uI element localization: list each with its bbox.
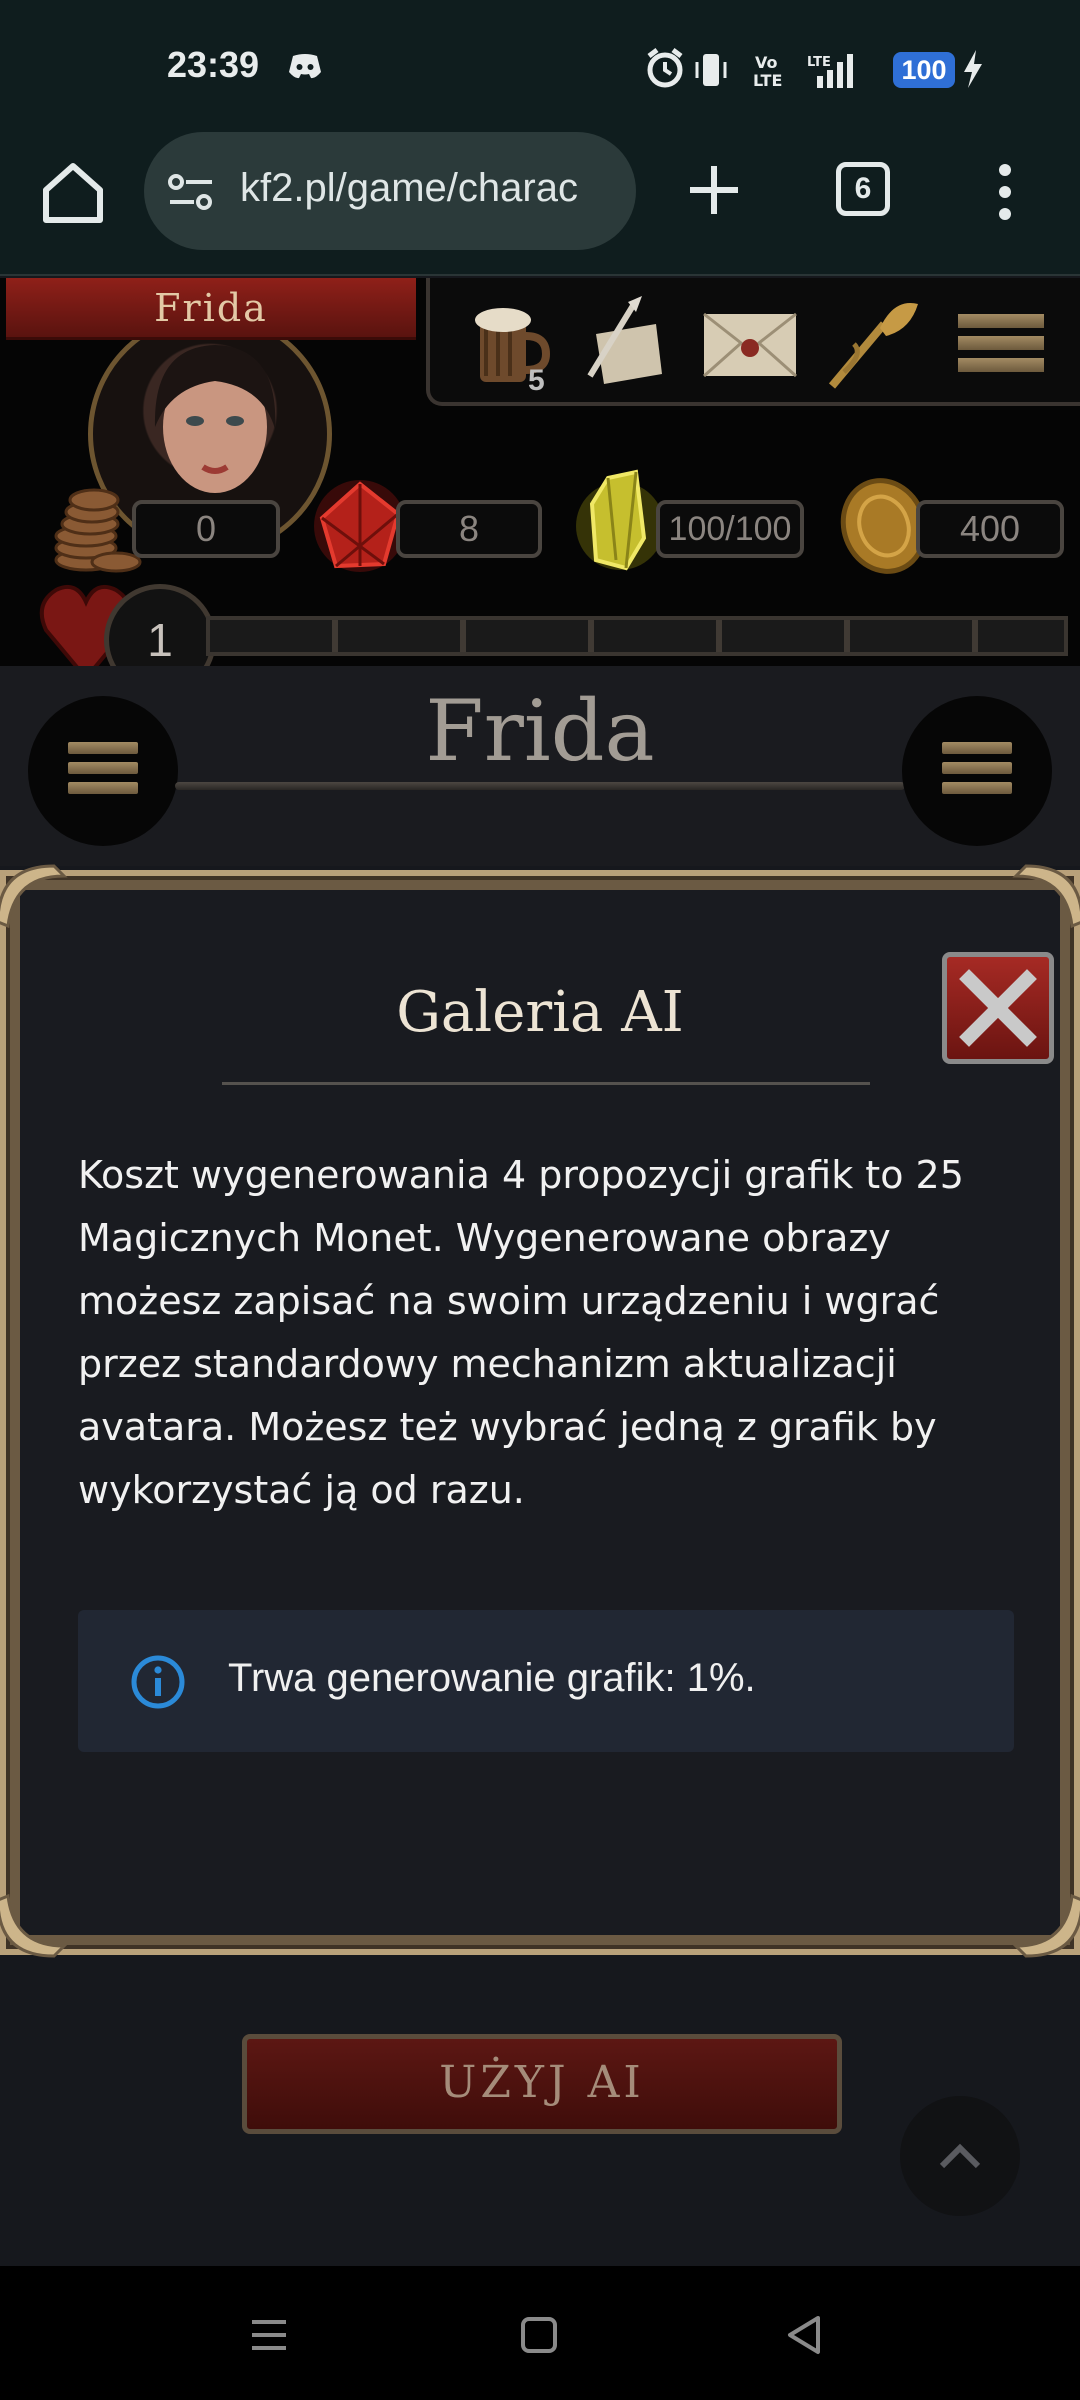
address-bar[interactable]: kf2.pl/game/charac [144, 132, 636, 250]
modal-title: Galeria AI [396, 980, 684, 1045]
recent-apps-icon[interactable] [244, 2310, 294, 2360]
title-divider [175, 782, 905, 790]
hamburger-menu-icon[interactable] [958, 314, 1044, 372]
character-name: Frida [154, 286, 268, 330]
ornament-corner-icon [0, 864, 68, 929]
svg-text:LTE: LTE [753, 71, 782, 90]
modal-description: Koszt wygenerowania 4 propozycji grafik … [78, 1153, 964, 1512]
mug-badge: 5 [528, 364, 545, 397]
alarm-icon [647, 48, 683, 88]
new-tab-icon[interactable] [684, 160, 744, 220]
info-icon [131, 1655, 185, 1709]
chevron-up-icon [939, 2143, 981, 2169]
ornament-corner-icon [0, 1893, 68, 1958]
system-nav-bar [0, 2266, 1080, 2400]
close-button[interactable] [942, 952, 1054, 1064]
back-icon[interactable] [780, 2310, 830, 2360]
modal-body: Galeria AI Koszt wygenerowania 4 propozy… [20, 890, 1060, 1935]
experience-bar [206, 616, 1068, 656]
browser-toolbar: kf2.pl/game/charac 6 [0, 130, 1080, 276]
page-header: Frida [0, 666, 1080, 866]
progress-alert: Trwa generowanie grafik: 1%. [78, 1610, 1014, 1752]
site-settings-icon[interactable] [166, 172, 216, 212]
quest-scroll-icon[interactable] [576, 294, 676, 394]
tavern-mug-icon[interactable] [460, 294, 560, 394]
tab-switcher-button[interactable]: 6 [836, 162, 890, 216]
scroll-to-top-button[interactable] [900, 2096, 1020, 2216]
status-bar: 23:39 Vo LTE LTE 100 [0, 0, 1080, 130]
title-divider [222, 1082, 870, 1085]
charging-icon [964, 50, 982, 88]
use-ai-button[interactable]: UŻYJ AI [242, 2034, 842, 2134]
lte-signal-icon: LTE [807, 54, 853, 88]
volte-icon: VoLTE [753, 53, 782, 90]
close-icon [959, 969, 1037, 1047]
trumpet-horn-icon[interactable] [824, 294, 924, 394]
vibrate-icon [695, 54, 727, 86]
letter-mail-icon[interactable] [700, 294, 800, 394]
ai-gallery-modal: Galeria AI Koszt wygenerowania 4 propozy… [0, 870, 1080, 1955]
crystals-counter: 8 [396, 500, 542, 558]
discord-icon [289, 54, 321, 79]
hamburger-menu-icon [942, 742, 1012, 802]
right-menu-button[interactable] [902, 696, 1052, 846]
ornament-corner-icon [1012, 864, 1080, 929]
status-icons: VoLTE LTE [647, 48, 853, 90]
name-banner: Frida [6, 278, 416, 340]
energy-counter: 100/100 [656, 500, 804, 558]
game-toolbar: 5 [426, 278, 1080, 406]
battery-level: 100 [893, 52, 955, 88]
svg-text:LTE: LTE [807, 55, 831, 70]
gold-coins-counter: 400 [916, 500, 1064, 558]
url-text[interactable]: kf2.pl/game/charac [240, 166, 620, 211]
ornament-corner-icon [1012, 1893, 1080, 1958]
home-nav-icon[interactable] [514, 2310, 564, 2360]
game-header: Frida 5 0 8 100/100 400 1 [0, 278, 1080, 696]
home-icon[interactable] [40, 160, 106, 226]
more-options-icon[interactable] [990, 162, 1020, 222]
svg-text:Vo: Vo [755, 53, 778, 72]
clock: 23:39 [167, 44, 260, 85]
alert-message: Trwa generowanie grafik: 1%. [228, 1656, 756, 1700]
coins-counter: 0 [132, 500, 280, 558]
energy-crystal-icon [576, 469, 664, 571]
